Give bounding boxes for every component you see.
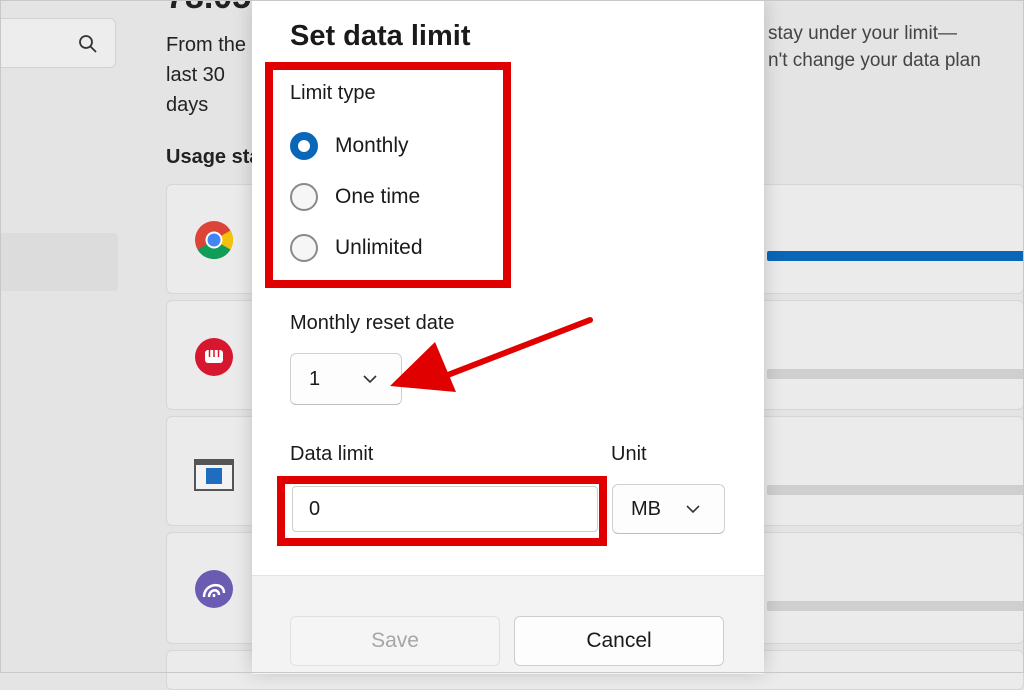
annotation-arrow	[390, 317, 593, 392]
